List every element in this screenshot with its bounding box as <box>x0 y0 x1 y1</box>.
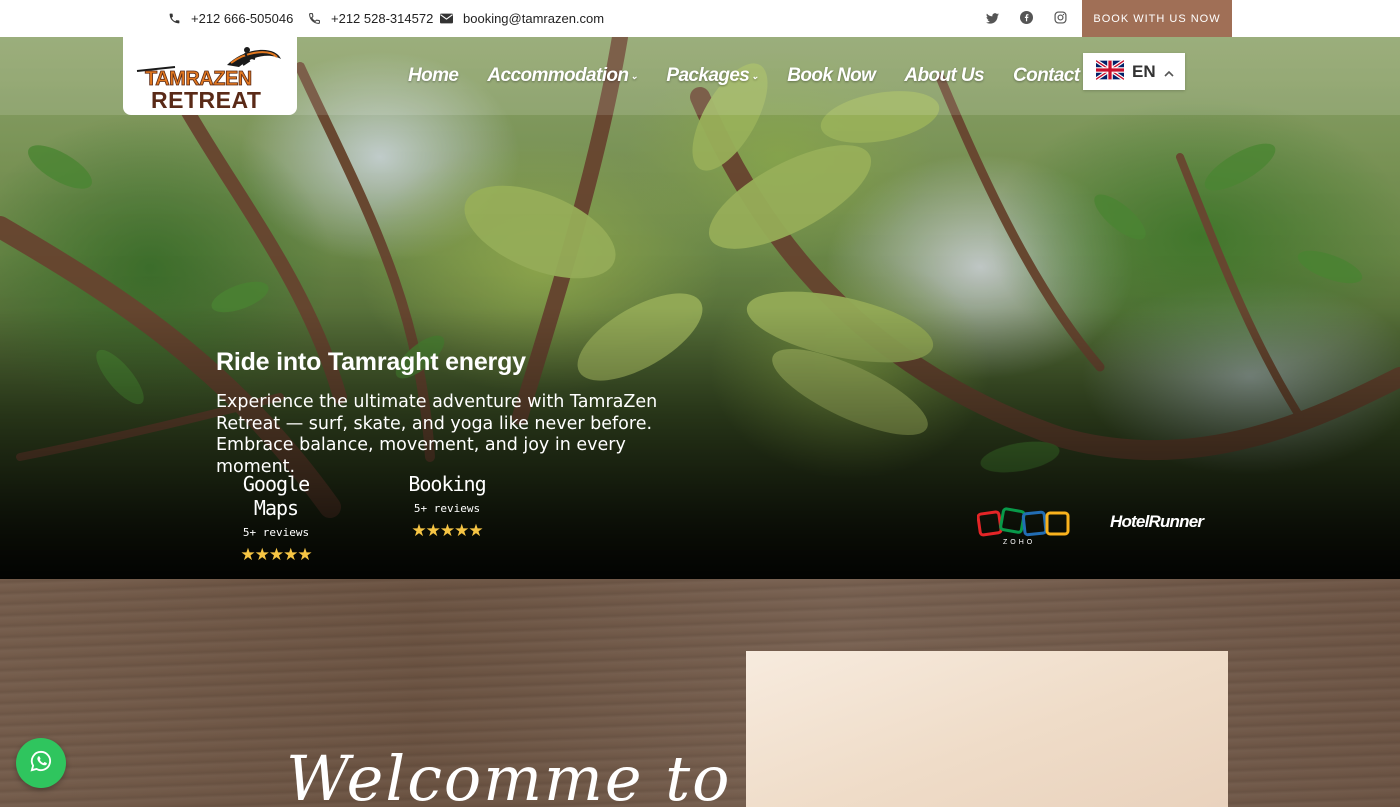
book-with-us-button[interactable]: BOOK WITH US NOW <box>1082 0 1232 37</box>
top-contact-bar: +212 666-505046 +212 528-314572 booking@… <box>0 0 1400 37</box>
svg-text:RETREAT: RETREAT <box>151 87 261 111</box>
phone-1-text: +212 666-505046 <box>191 11 294 26</box>
chevron-up-icon <box>1164 62 1174 81</box>
language-code: EN <box>1132 61 1156 81</box>
facebook-icon <box>1020 9 1033 28</box>
nav-item-book-now[interactable]: Book Now <box>787 65 876 87</box>
instagram-link[interactable] <box>1054 0 1067 37</box>
nav-label-about-us: About Us <box>904 65 984 86</box>
google-maps-review[interactable]: Google Maps 5+ reviews ★★★★★ <box>216 472 336 565</box>
email-text: booking@tamrazen.com <box>463 11 605 26</box>
main-navigation: Home Accommodation ⌄ Packages ⌄ Book Now… <box>408 37 1108 115</box>
hero-title: Ride into Tamraght energy <box>216 348 526 376</box>
whatsapp-icon <box>30 750 52 776</box>
logo-image: TAMRAZEN RETREAT <box>136 47 281 111</box>
booking-review[interactable]: Booking 5+ reviews ★★★★★ <box>388 472 506 541</box>
nav-item-accommodation[interactable]: Accommodation ⌄ <box>487 65 638 87</box>
hotelrunner-wordmark: HotelRunner <box>1110 512 1204 531</box>
star-rating: ★★★★★ <box>411 521 483 541</box>
hero-section <box>0 37 1400 579</box>
twitter-link[interactable] <box>986 0 999 37</box>
phone-ringing-icon <box>307 12 321 26</box>
review-source-name: Google Maps <box>242 472 310 520</box>
review-source-name: Booking <box>408 472 486 496</box>
phone-icon <box>167 12 181 26</box>
uk-flag-icon <box>1094 58 1126 84</box>
envelope-icon <box>439 12 453 26</box>
phone-2-text: +212 528-314572 <box>331 11 434 26</box>
chevron-down-icon: ⌄ <box>630 70 638 81</box>
tamrazen-logo[interactable]: TAMRAZEN RETREAT <box>123 37 297 115</box>
nav-item-home[interactable]: Home <box>408 65 459 87</box>
review-count: 5+ reviews <box>242 526 310 539</box>
contact-email[interactable]: booking@tamrazen.com <box>439 0 604 37</box>
review-count: 5+ reviews <box>413 502 481 515</box>
language-selector[interactable]: EN <box>1083 53 1185 90</box>
nav-label-accommodation: Accommodation <box>487 65 629 86</box>
contact-phone-1[interactable]: +212 666-505046 <box>167 0 293 37</box>
twitter-icon <box>986 9 999 28</box>
star-rating: ★★★★★ <box>240 545 312 565</box>
whatsapp-button[interactable] <box>16 738 66 788</box>
nav-item-about-us[interactable]: About Us <box>904 65 984 87</box>
zoho-wordmark: ZOHO <box>1003 539 1036 546</box>
facebook-link[interactable] <box>1020 0 1033 37</box>
hotelrunner-logo: HotelRunner <box>1110 512 1204 532</box>
welcome-image <box>746 651 1228 807</box>
nav-label-packages: Packages <box>666 65 750 86</box>
instagram-icon <box>1054 9 1067 28</box>
welcome-heading: Welcomme to <box>286 742 732 807</box>
nav-item-packages[interactable]: Packages ⌄ <box>666 65 758 87</box>
hero-shade-overlay <box>0 37 1400 579</box>
hero-subtitle: Experience the ultimate adventure with T… <box>216 392 658 477</box>
chevron-down-icon: ⌄ <box>751 70 759 81</box>
nav-label-home: Home <box>408 65 459 86</box>
nav-label-book-now: Book Now <box>787 65 876 86</box>
contact-phone-2[interactable]: +212 528-314572 <box>307 0 433 37</box>
